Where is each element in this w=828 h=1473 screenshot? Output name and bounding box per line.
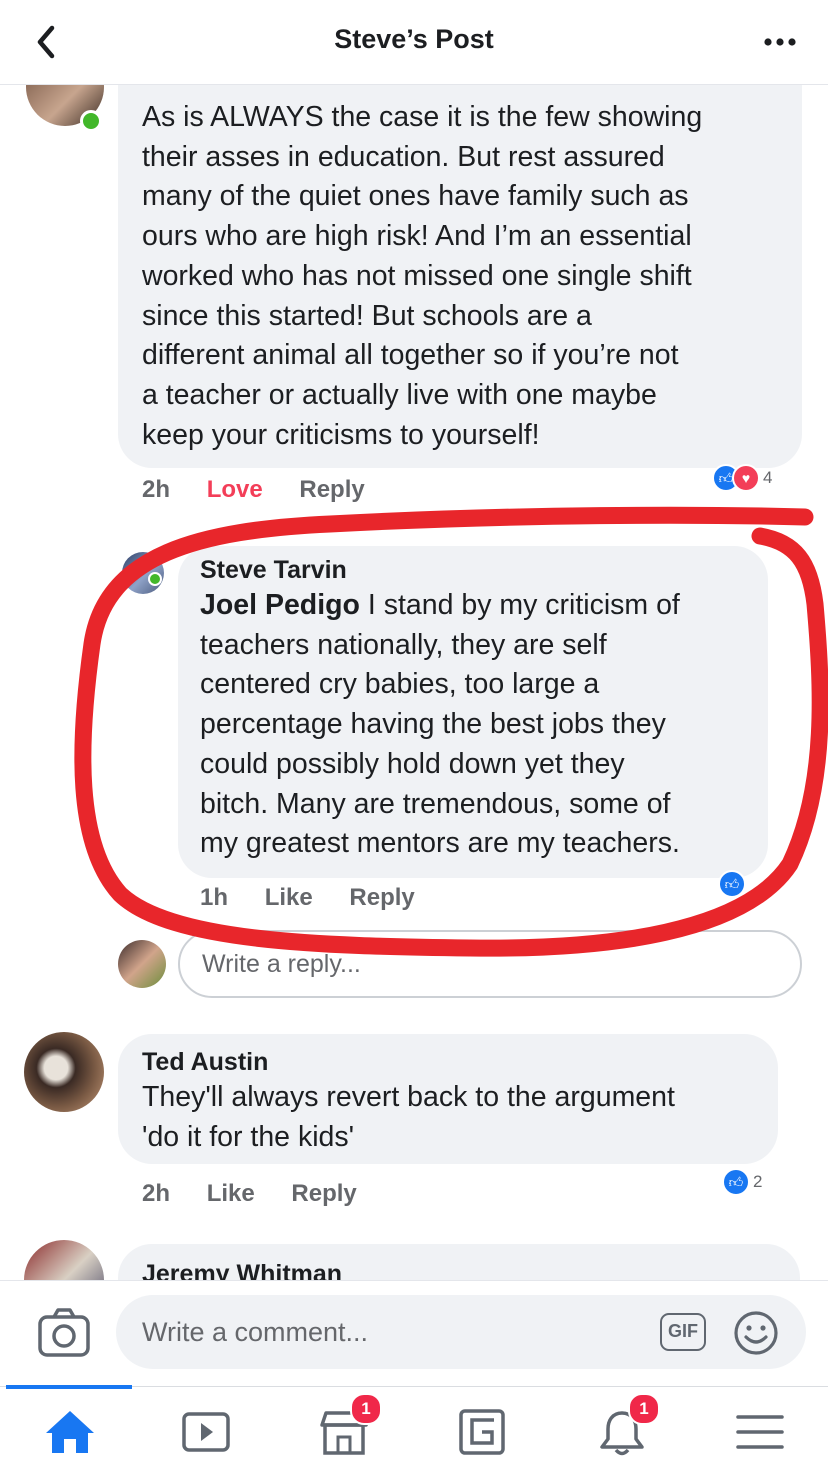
page-title: Steve’s Post xyxy=(334,24,494,54)
reaction-count: 4 xyxy=(763,468,773,487)
comment-bubble: Jeremy Whitman xyxy=(118,1244,800,1280)
more-dots-icon xyxy=(764,38,796,46)
love-reaction-icon: ♥ xyxy=(732,464,760,492)
comment-author[interactable]: Jeremy Whitman xyxy=(142,1258,778,1280)
comment-author[interactable]: Steve Tarvin xyxy=(200,554,746,586)
avatar xyxy=(118,940,166,988)
comment-placeholder: Write a comment... xyxy=(142,1317,369,1347)
online-status-icon xyxy=(80,110,102,132)
home-icon xyxy=(46,1411,94,1453)
top-bar: Steve’s Post xyxy=(0,0,828,85)
camera-button[interactable] xyxy=(36,1307,92,1359)
tab-groups[interactable] xyxy=(452,1405,512,1459)
reply-button[interactable]: Reply xyxy=(299,476,364,503)
reply-placeholder: Write a reply... xyxy=(202,950,361,978)
comment-text: They'll always revert back to the argume… xyxy=(142,1081,675,1153)
reaction-summary[interactable]: 👍︎ 2 xyxy=(722,1168,762,1196)
comment-time: 1h xyxy=(200,884,229,911)
comment-text: Joel Pedigo I stand by my criticism of t… xyxy=(200,586,746,864)
active-tab-indicator xyxy=(6,1385,132,1389)
comment-bubble: As is ALWAYS the case it is the few show… xyxy=(118,84,802,468)
comment-author[interactable]: Ted Austin xyxy=(142,1046,756,1078)
camera-icon xyxy=(38,1308,90,1357)
avatar[interactable] xyxy=(24,1032,104,1112)
online-status-icon xyxy=(148,572,162,586)
reaction-summary[interactable]: 👍︎ ♥ 4 xyxy=(712,464,772,492)
comment-bubble: Ted Austin They'll always revert back to… xyxy=(118,1034,778,1164)
reply-button[interactable]: Reply xyxy=(291,1180,356,1207)
comment-actions: 2h Love Reply xyxy=(142,476,395,504)
comment-time: 2h xyxy=(142,476,171,503)
watch-icon xyxy=(182,1412,230,1452)
comments-feed[interactable]: As is ALWAYS the case it is the few show… xyxy=(0,84,828,1280)
love-reaction-button[interactable]: Love xyxy=(207,476,263,503)
like-button[interactable]: Like xyxy=(265,884,313,911)
tab-notifications[interactable]: 1 xyxy=(592,1393,660,1459)
smiley-icon xyxy=(734,1311,778,1355)
bottom-tab-bar: 1 1 xyxy=(0,1385,828,1473)
tab-home[interactable] xyxy=(40,1405,100,1459)
notifications-badge: 1 xyxy=(628,1393,660,1425)
like-button[interactable]: Like xyxy=(207,1180,255,1207)
mention-link[interactable]: Joel Pedigo xyxy=(200,589,360,621)
menu-icon xyxy=(736,1415,784,1449)
reaction-count: 2 xyxy=(753,1172,763,1191)
comment-bubble: Steve Tarvin Joel Pedigo I stand by my c… xyxy=(178,546,768,878)
comment-time: 2h xyxy=(142,1180,171,1207)
emoji-button[interactable] xyxy=(732,1309,780,1357)
comment-body: I stand by my criticism of teachers nati… xyxy=(200,589,680,860)
like-reaction-icon: 👍︎ xyxy=(722,1168,750,1196)
marketplace-badge: 1 xyxy=(350,1393,382,1425)
gif-button[interactable]: GIF xyxy=(660,1313,706,1351)
tab-marketplace[interactable]: 1 xyxy=(314,1393,382,1459)
comment-actions: 2h Like Reply xyxy=(142,1180,387,1208)
comment-input[interactable]: Write a comment... GIF xyxy=(116,1295,806,1369)
comment-actions: 1h Like Reply xyxy=(200,884,445,912)
groups-icon xyxy=(459,1409,505,1455)
tab-menu[interactable] xyxy=(730,1405,790,1459)
reaction-summary[interactable]: 👍︎ xyxy=(718,870,746,898)
more-options-button[interactable] xyxy=(760,30,800,54)
comment-composer: Write a comment... GIF xyxy=(0,1280,828,1387)
avatar[interactable] xyxy=(24,1240,104,1280)
reply-input[interactable]: Write a reply... xyxy=(178,930,802,998)
tab-watch[interactable] xyxy=(176,1405,236,1459)
reply-button[interactable]: Reply xyxy=(349,884,414,911)
comment-text: As is ALWAYS the case it is the few show… xyxy=(142,101,703,451)
like-reaction-icon: 👍︎ xyxy=(718,870,746,898)
